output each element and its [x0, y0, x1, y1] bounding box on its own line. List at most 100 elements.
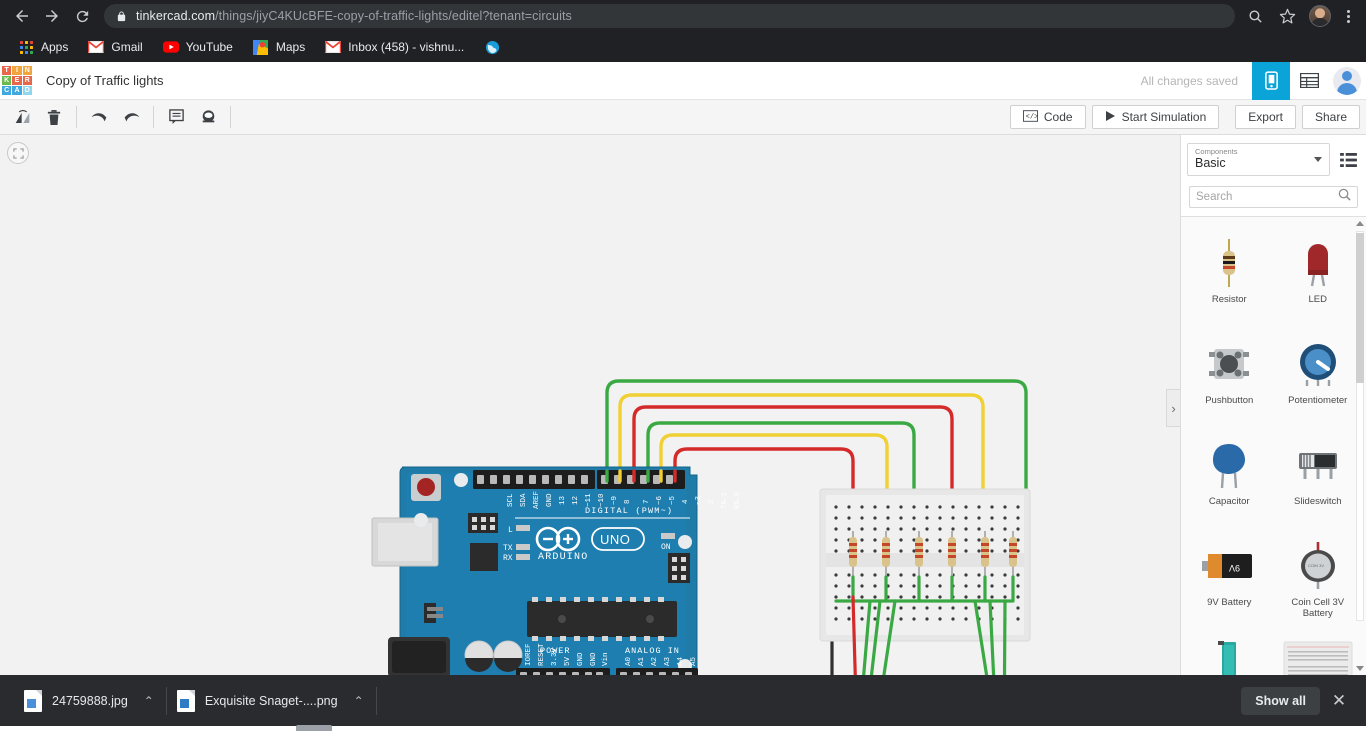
circuit-diagram[interactable]: SCL SDA AREF GND 13 12 ~11 ~10 ~9 8 7 ~6…	[0, 135, 1180, 675]
breadboard-icon	[1283, 639, 1353, 675]
logo-tile: D	[22, 86, 32, 96]
coin-cell-icon: COIN 3V	[1296, 538, 1340, 594]
fit-to-view-icon[interactable]	[7, 142, 29, 164]
component-breadboard[interactable]	[1274, 629, 1363, 675]
scroll-up-icon[interactable]	[1356, 221, 1364, 226]
export-button[interactable]: Export	[1235, 105, 1296, 129]
chrome-profile-avatar[interactable]	[1309, 5, 1331, 27]
bookmark-inbox[interactable]: Inbox (458) - vishnu...	[317, 36, 472, 58]
svg-text:RX: RX	[503, 554, 513, 563]
download-item[interactable]: 24759888.jpg ⌃	[14, 684, 166, 718]
component-label: 9V Battery	[1207, 597, 1252, 608]
chevron-up-icon[interactable]: ⌃	[354, 694, 364, 708]
toolbar-divider	[230, 106, 231, 128]
pushbutton-icon	[1206, 336, 1252, 392]
lock-icon	[116, 10, 127, 23]
search-icon[interactable]	[1338, 188, 1351, 206]
toolbar-divider	[153, 106, 154, 128]
svg-text:Vin: Vin	[602, 652, 610, 666]
component-coin-cell[interactable]: COIN 3V Coin Cell 3V Battery	[1274, 528, 1363, 627]
svg-text:A1: A1	[638, 656, 646, 666]
component-label: Slideswitch	[1293, 496, 1342, 507]
list-view-icon[interactable]	[1336, 148, 1360, 172]
search-icon[interactable]	[1241, 2, 1269, 30]
components-category-select[interactable]: Components Basic	[1187, 143, 1330, 176]
share-button[interactable]: Share	[1301, 105, 1360, 129]
logo-tile: T	[2, 65, 12, 75]
svg-text:8: 8	[624, 499, 632, 504]
browser-chrome: tinkercad.com/things/jiyC4KUcBFE-copy-of…	[0, 0, 1366, 62]
logo-tile: K	[2, 75, 12, 86]
document-title[interactable]: Copy of Traffic lights	[38, 73, 164, 88]
svg-text:A2: A2	[651, 657, 659, 666]
logo-tile: A	[12, 86, 22, 96]
chevron-down-icon	[1314, 157, 1322, 162]
svg-text:RX←0: RX←0	[734, 492, 742, 509]
components-scrollbar-thumb[interactable]	[1356, 233, 1364, 383]
bookmark-apps[interactable]: Apps	[10, 36, 76, 58]
bookmark-youtube[interactable]: YouTube	[155, 36, 241, 58]
editor-main-area: SCL SDA AREF GND 13 12 ~11 ~10 ~9 8 7 ~6…	[0, 135, 1366, 675]
rotate-icon[interactable]	[6, 104, 38, 130]
show-all-button[interactable]: Show all	[1241, 686, 1320, 715]
component-resistor[interactable]: Resistor	[1185, 225, 1274, 324]
back-arrow-icon[interactable]	[8, 2, 36, 30]
play-triangle-icon	[1105, 110, 1116, 125]
search-box[interactable]	[1189, 186, 1358, 208]
user-avatar[interactable]	[1328, 62, 1366, 100]
file-icon	[176, 689, 195, 712]
digital-header-label: DIGITAL (PWM~)	[585, 506, 673, 516]
bookmarks-bar: Apps Gmail YouTube Maps Inbox (458) - vi…	[0, 32, 1366, 62]
redo-arrow-icon[interactable]	[115, 104, 147, 130]
bookmark-label: Maps	[275, 40, 306, 54]
downloads-divider	[375, 686, 377, 715]
component-9v-battery[interactable]: 9V 9V Battery	[1185, 528, 1274, 627]
component-capacitor[interactable]: Capacitor	[1185, 427, 1274, 526]
component-potentiometer[interactable]: Potentiometer	[1274, 326, 1363, 425]
chevron-right-icon[interactable]: ›	[1166, 389, 1180, 427]
circuit-canvas[interactable]: SCL SDA AREF GND 13 12 ~11 ~10 ~9 8 7 ~6…	[0, 135, 1180, 675]
svg-text:A3: A3	[664, 656, 672, 666]
bookmark-gmail[interactable]: Gmail	[80, 36, 150, 58]
components-list-icon[interactable]	[1290, 62, 1328, 100]
download-item[interactable]: Exquisite Snaget-....png ⌃	[167, 684, 376, 718]
code-button[interactable]: </> Code	[1009, 105, 1086, 129]
address-bar[interactable]: tinkercad.com/things/jiyC4KUcBFE-copy-of…	[104, 4, 1235, 28]
editor-toolbar: </> Code Start Simulation Export Share	[0, 100, 1366, 135]
download-progress-tab	[296, 725, 332, 731]
tinkercad-logo[interactable]: T I N K E R C A D	[2, 65, 32, 96]
undo-arrow-icon[interactable]	[83, 104, 115, 130]
logo-tile: I	[12, 65, 22, 75]
component-pushbutton[interactable]: Pushbutton	[1185, 326, 1274, 425]
note-icon[interactable]	[160, 104, 192, 130]
svg-text:~3: ~3	[695, 495, 703, 505]
star-icon[interactable]	[1273, 2, 1301, 30]
analog-header-label: ANALOG IN	[625, 646, 680, 656]
svg-text:~10: ~10	[598, 493, 606, 507]
svg-text:9V: 9V	[1229, 563, 1240, 573]
components-select-label: Components	[1195, 147, 1238, 156]
component-label: Resistor	[1211, 294, 1247, 305]
chevron-up-icon[interactable]: ⌃	[144, 694, 154, 708]
trash-icon[interactable]	[38, 104, 70, 130]
svg-text:5V: 5V	[564, 656, 572, 666]
bookmark-globe[interactable]	[476, 36, 515, 58]
reload-icon[interactable]	[68, 2, 96, 30]
scroll-down-icon[interactable]	[1356, 666, 1364, 671]
start-simulation-button[interactable]: Start Simulation	[1091, 105, 1220, 129]
eye-icon[interactable]	[192, 104, 224, 130]
close-icon[interactable]: ✕	[1326, 688, 1352, 714]
component-led[interactable]: LED	[1274, 225, 1363, 324]
forward-arrow-icon[interactable]	[38, 2, 66, 30]
component-label: Pushbutton	[1205, 395, 1254, 406]
bookmark-label: Apps	[41, 40, 69, 54]
bookmark-maps[interactable]: Maps	[245, 36, 313, 58]
component-slideswitch[interactable]: Slideswitch	[1274, 427, 1363, 526]
component-photoresistor[interactable]	[1185, 629, 1274, 675]
components-grid-wrap[interactable]: Resistor LED Pushbutton Potentiometer Ca…	[1181, 217, 1366, 675]
svg-text:COIN 3V: COIN 3V	[1308, 563, 1324, 568]
circuit-view-icon[interactable]	[1252, 61, 1290, 100]
toolbar-divider	[76, 106, 77, 128]
search-input[interactable]	[1196, 191, 1338, 203]
three-dot-menu-icon[interactable]	[1339, 9, 1358, 23]
